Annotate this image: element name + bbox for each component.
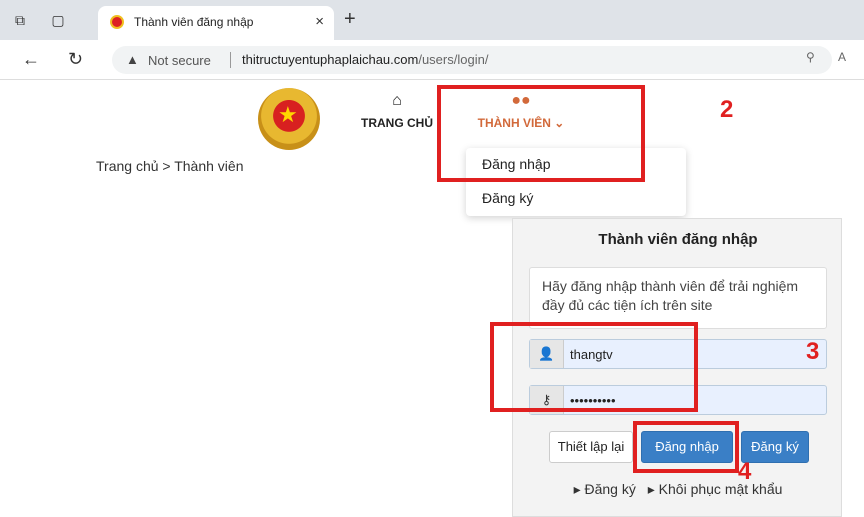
login-panel-title: Thành viên đăng nhập xyxy=(598,231,758,248)
url-domain: thitructuyentuphaplaichau.com xyxy=(242,52,419,67)
browser-tab[interactable]: Thành viên đăng nhập × xyxy=(98,6,334,40)
emblem-star-icon: ★ xyxy=(278,102,298,127)
annotation-box-step2 xyxy=(437,85,645,182)
tab-close-icon[interactable]: × xyxy=(315,13,324,30)
nav-home-label: TRANG CHỦ xyxy=(361,116,433,130)
password-key-icon[interactable]: ⚲ xyxy=(806,50,815,64)
url-text[interactable]: thitructuyentuphaplaichau.com/users/logi… xyxy=(242,52,488,67)
url-path: /users/login/ xyxy=(418,52,489,67)
site-favicon-icon xyxy=(110,15,124,29)
read-aloud-icon[interactable]: A xyxy=(838,50,846,64)
reset-button[interactable]: Thiết lập lại xyxy=(549,431,633,463)
breadcrumb[interactable]: Trang chủ > Thành viên xyxy=(96,158,244,174)
nav-home[interactable]: ⌂ TRANG CHỦ xyxy=(358,92,436,130)
annotation-step3: 3 xyxy=(806,338,820,365)
register-link[interactable]: ▸ Đăng ký xyxy=(574,481,636,497)
browser-tab-bar: ⧉ ▢ Thành viên đăng nhập × + xyxy=(0,0,864,40)
warning-icon[interactable]: ▲ xyxy=(126,52,139,67)
annotation-step4: 4 xyxy=(738,458,752,485)
annotation-step2: 2 xyxy=(720,96,734,123)
url-separator xyxy=(230,52,231,68)
refresh-icon[interactable]: ↻ xyxy=(68,49,83,70)
tab-title: Thành viên đăng nhập xyxy=(134,15,254,29)
new-tab-icon[interactable]: + xyxy=(344,8,356,31)
site-emblem-logo[interactable]: ★ xyxy=(258,88,320,150)
home-icon: ⌂ xyxy=(392,92,402,109)
address-bar: ← ↻ ▲ Not secure thitructuyentuphaplaich… xyxy=(0,40,864,80)
url-box[interactable]: ▲ Not secure thitructuyentuphaplaichau.c… xyxy=(112,46,832,74)
login-info-box: Hãy đăng nhập thành viên để trải nghiệm … xyxy=(529,267,827,329)
back-icon[interactable]: ← xyxy=(22,49,40,70)
workspaces-icon[interactable]: ⧉ xyxy=(12,12,28,28)
recover-password-link[interactable]: ▸ Khôi phục mật khẩu xyxy=(648,481,783,497)
annotation-box-step3 xyxy=(490,322,698,412)
panel-links: ▸ Đăng ký ▸ Khôi phục mật khẩu xyxy=(513,481,843,498)
not-secure-label[interactable]: Not secure xyxy=(148,53,211,68)
annotation-box-step4 xyxy=(633,421,739,473)
dropdown-item-register[interactable]: Đăng ký xyxy=(482,190,533,206)
tab-actions-icon[interactable]: ▢ xyxy=(50,12,66,28)
